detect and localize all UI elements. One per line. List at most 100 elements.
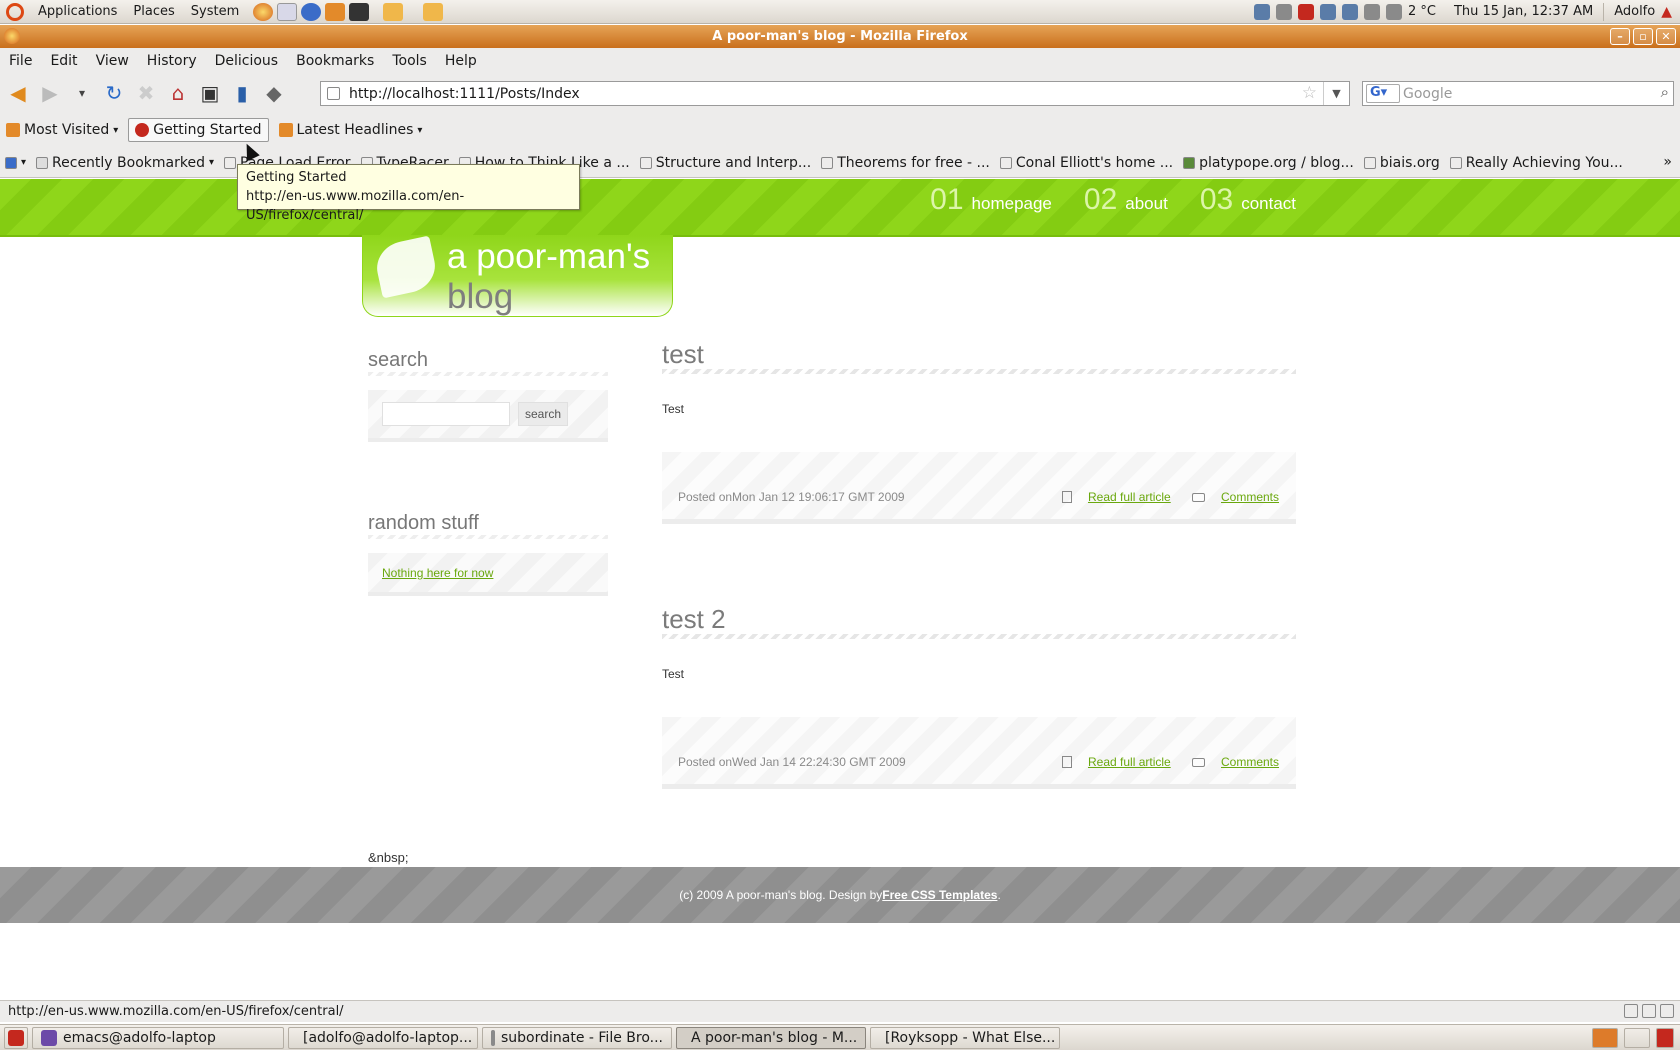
home-icon[interactable]: ⌂	[164, 79, 192, 107]
comments-link[interactable]: Comments	[1192, 490, 1279, 504]
delicious-bookmark[interactable]: Conal Elliott's home ...	[995, 153, 1178, 173]
taskbar-item-active[interactable]: A poor-man's blog - M...	[676, 1026, 866, 1049]
weather-temperature[interactable]: 2 °C	[1408, 4, 1436, 19]
delicious-bookmark[interactable]: biais.org	[1359, 153, 1445, 173]
delicious-icon[interactable]: ▣	[196, 79, 224, 107]
minimize-button[interactable]: –	[1610, 28, 1630, 45]
resize-grip-icon[interactable]	[1642, 1004, 1656, 1018]
nothing-here-link[interactable]: Nothing here for now	[382, 566, 493, 580]
site-logo[interactable]: a poor-man's blog	[362, 235, 673, 317]
search-engine-icon[interactable]: G▾	[1366, 84, 1400, 103]
maximize-button[interactable]: ▫	[1633, 28, 1653, 45]
reload-icon[interactable]: ↻	[100, 79, 128, 107]
emacs-icon	[41, 1029, 57, 1046]
search-magnifier-icon[interactable]: ⌕	[1661, 83, 1669, 101]
menu-view[interactable]: View	[87, 53, 138, 69]
sidebar-search-button[interactable]: search	[518, 402, 569, 426]
most-visited-bookmark[interactable]: Most Visited ▾	[0, 119, 124, 141]
search-form: search	[382, 402, 594, 426]
bookmark-sidebar-icon[interactable]: ▮	[228, 79, 256, 107]
mail-status-icon[interactable]	[1660, 1004, 1674, 1018]
tag-icon[interactable]: ◆	[260, 79, 288, 107]
terminal-launcher-icon[interactable]	[349, 2, 370, 21]
post-title[interactable]: test	[662, 339, 1296, 374]
search-placeholder[interactable]: Google	[1403, 86, 1452, 102]
taskbar-item[interactable]: emacs@adolfo-laptop	[32, 1026, 284, 1049]
signal-tray-icon[interactable]	[1341, 3, 1358, 20]
nav-contact[interactable]: 03 contact	[1200, 183, 1296, 217]
workspace-switcher	[1592, 1027, 1680, 1048]
mail-launcher-icon[interactable]	[277, 2, 298, 21]
firefox-window-icon[interactable]	[4, 28, 20, 44]
recently-bookmarked-menu[interactable]: Recently Bookmarked ▾	[31, 153, 219, 173]
url-text[interactable]: http://localhost:1111/Posts/Index	[349, 86, 580, 102]
close-button[interactable]: ✕	[1656, 28, 1676, 45]
folder-launcher-icon[interactable]	[383, 2, 404, 21]
volume-tray-icon[interactable]	[1363, 3, 1380, 20]
back-arrow-icon[interactable]: ◀	[4, 79, 32, 107]
menu-edit[interactable]: Edit	[41, 53, 86, 69]
delicious-bookmark[interactable]: Structure and Interp...	[635, 153, 816, 173]
post-title[interactable]: test 2	[662, 604, 1296, 639]
sidebar: search search random stuff Nothing here …	[368, 349, 608, 596]
delicious-bookmark[interactable]: platypope.org / blog...	[1178, 153, 1359, 173]
network-tray-icon[interactable]	[1275, 3, 1292, 20]
bluetooth-tray-icon[interactable]	[1319, 3, 1336, 20]
menu-history[interactable]: History	[138, 53, 206, 69]
read-full-article-link[interactable]: Read full article	[1062, 755, 1171, 769]
show-desktop-button[interactable]	[4, 1026, 28, 1049]
forward-arrow-icon[interactable]: ▶	[36, 79, 64, 107]
applications-menu[interactable]: Applications	[30, 4, 125, 19]
url-dropdown-icon[interactable]: ▼	[1323, 82, 1349, 105]
history-dropdown-icon[interactable]: ▾	[68, 79, 96, 107]
menu-tools[interactable]: Tools	[383, 53, 436, 69]
download-tray-icon[interactable]	[1297, 3, 1314, 20]
workspace-1-icon[interactable]	[1592, 1027, 1618, 1048]
nav-number: 02	[1083, 183, 1118, 216]
nav-homepage[interactable]: 01 homepage	[930, 183, 1052, 217]
user-name[interactable]: Adolfo	[1614, 4, 1655, 19]
delicious-bookmark[interactable]: Really Achieving You...	[1445, 153, 1628, 173]
home-launcher-icon[interactable]	[325, 2, 346, 21]
nbsp-text: &nbsp;	[368, 850, 409, 865]
getting-started-bookmark[interactable]: Getting Started	[128, 118, 269, 142]
search-bar[interactable]: G▾ Google ⌕	[1362, 81, 1674, 106]
footer-end: .	[997, 888, 1001, 902]
clock[interactable]: Thu 15 Jan, 12:37 AM	[1454, 4, 1593, 19]
url-bar[interactable]: http://localhost:1111/Posts/Index ☆ ▼	[320, 81, 1350, 106]
overflow-chevron-icon[interactable]: »	[1663, 154, 1672, 170]
menu-bookmarks[interactable]: Bookmarks	[287, 53, 383, 69]
help-launcher-icon[interactable]	[301, 2, 322, 21]
taskbar-item[interactable]: [adolfo@adolfo-laptop...	[288, 1026, 478, 1049]
menu-file[interactable]: File	[0, 53, 41, 69]
taskbar-item[interactable]: subordinate - File Bro...	[482, 1026, 672, 1049]
latest-headlines-bookmark[interactable]: Latest Headlines ▾	[273, 119, 429, 141]
menu-help[interactable]: Help	[436, 53, 486, 69]
places-menu[interactable]: Places	[125, 4, 182, 19]
delicious-status-icon[interactable]	[1624, 1004, 1638, 1018]
read-full-article-link[interactable]: Read full article	[1062, 490, 1171, 504]
tag-icon	[36, 156, 49, 169]
update-tray-icon[interactable]	[1253, 3, 1270, 20]
workspace-2-icon[interactable]	[1624, 1027, 1650, 1048]
firefox-launcher-icon[interactable]	[253, 2, 274, 21]
ubuntu-logo-icon[interactable]	[6, 2, 24, 21]
taskbar-item[interactable]: [Royksopp - What Else...	[870, 1026, 1060, 1049]
menu-delicious[interactable]: Delicious	[206, 53, 288, 69]
footer-text: (c) 2009 A poor-man's blog. Design by	[679, 888, 883, 902]
taskbar-label: subordinate - File Bro...	[500, 1029, 663, 1046]
comments-link[interactable]: Comments	[1192, 755, 1279, 769]
delicious-menu-button[interactable]: ▾	[0, 155, 31, 171]
warning-icon[interactable]: ▲	[1661, 4, 1672, 20]
system-menu[interactable]: System	[183, 4, 247, 19]
nav-about[interactable]: 02 about	[1084, 183, 1168, 217]
sidebar-search-input[interactable]	[382, 402, 510, 426]
site-identity-icon[interactable]	[327, 87, 340, 100]
trash-icon[interactable]	[1656, 1027, 1674, 1048]
system-tray: 2 °C Thu 15 Jan, 12:37 AM Adolfo ▲	[1253, 2, 1680, 21]
stop-icon[interactable]: ✖	[132, 79, 160, 107]
bookmark-star-icon[interactable]: ☆	[1302, 83, 1317, 103]
free-css-templates-link[interactable]: Free CSS Templates	[882, 888, 997, 902]
folder-launcher-icon-2[interactable]	[423, 2, 444, 21]
delicious-bookmark[interactable]: Theorems for free - ...	[816, 153, 995, 173]
